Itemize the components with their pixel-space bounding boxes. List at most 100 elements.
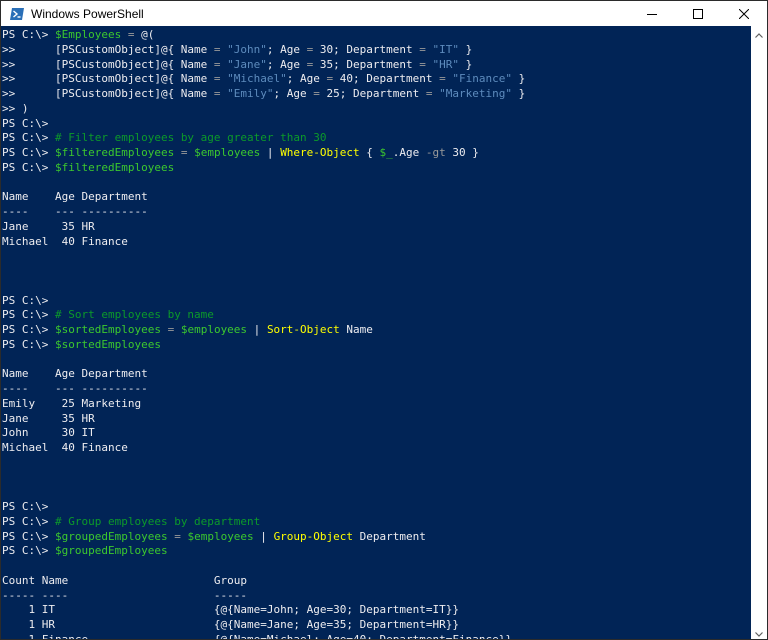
title-bar[interactable]: Windows PowerShell xyxy=(1,1,767,26)
console-line: >> [PSCustomObject]@{ Name = "Jane"; Age… xyxy=(2,58,753,73)
close-button[interactable] xyxy=(721,1,767,26)
console-line: PS C:\> $groupedEmployees xyxy=(2,544,753,559)
console-text: 30; Department xyxy=(313,42,420,56)
console-text: PS C:\> xyxy=(2,146,55,159)
console-text: $filteredEmployees xyxy=(54,160,175,174)
window-controls xyxy=(629,1,767,26)
maximize-button[interactable] xyxy=(675,1,721,26)
console-text: ; Age xyxy=(273,87,314,100)
maximize-icon xyxy=(693,4,703,23)
powershell-icon xyxy=(9,6,25,22)
console-text: >> [PSCustomObject]@{ Name xyxy=(2,57,214,71)
console-text: Jane 35 HR xyxy=(2,219,95,233)
console-text: .Age xyxy=(392,146,426,159)
console-text: >> ) xyxy=(2,101,29,115)
console-text: 35; Department xyxy=(313,57,420,71)
console-line: ---- --- ---------- xyxy=(2,382,753,397)
console-text: PS C:\> xyxy=(2,308,55,322)
console-line: 1 HR {@{Name=Jane; Age=35; Department=HR… xyxy=(2,618,753,633)
console-line: Michael 40 Finance xyxy=(2,235,753,250)
minimize-button[interactable] xyxy=(629,1,675,26)
console-text: 1 Finance {@{Name=Michael; Age=40; Depar… xyxy=(2,632,512,640)
console-line: Jane 35 HR xyxy=(2,412,753,427)
console-text: 40; Department xyxy=(333,72,440,86)
console-line: John 30 IT xyxy=(2,426,753,441)
console-text: PS C:\> xyxy=(2,131,55,145)
console-text: # Group employees by department xyxy=(54,514,261,528)
console-text: PS C:\> xyxy=(2,323,55,336)
console-text: } xyxy=(511,87,526,100)
console-text: PS C:\> xyxy=(2,293,49,307)
console-text: | xyxy=(247,323,267,336)
console-text: Jane 35 HR xyxy=(2,411,95,425)
console-text: $employees xyxy=(187,529,254,543)
console-text: = xyxy=(439,72,446,86)
console-line: >> [PSCustomObject]@{ Name = "Michael"; … xyxy=(2,72,753,87)
console-text: >> [PSCustomObject]@{ Name xyxy=(2,87,214,100)
console-line: Count Name Group xyxy=(2,574,753,589)
console-text: $sortedEmployees xyxy=(54,337,161,351)
console-text: "Finance" xyxy=(452,72,512,86)
console-text: "Emily" xyxy=(227,87,274,100)
console-line: Michael 40 Finance xyxy=(2,441,753,456)
console-text: PS C:\> xyxy=(2,337,55,351)
console-text: "John" xyxy=(227,42,267,56)
console-text: ---- --- ---------- xyxy=(2,205,148,218)
console-line: Name Age Department xyxy=(2,190,753,205)
console-line: ----- ---- ----- xyxy=(2,589,753,604)
console-text: 30 } xyxy=(445,146,479,159)
close-icon xyxy=(738,4,750,23)
console-text: $_ xyxy=(379,146,393,159)
console-text: $groupedEmployees xyxy=(54,544,168,558)
console-line: PS C:\> xyxy=(2,117,753,132)
console-line: Name Age Department xyxy=(2,367,753,382)
console-text: PS C:\> xyxy=(2,500,49,513)
console-text: = xyxy=(313,87,320,100)
console-text: $filteredEmployees xyxy=(54,146,175,159)
console-output[interactable]: PS C:\> $Employees = @( >> [PSCustomObjec… xyxy=(1,26,753,640)
console-text: @( xyxy=(134,28,155,41)
console-text: PS C:\> xyxy=(2,544,55,558)
vertical-scrollbar[interactable] xyxy=(751,26,767,639)
console-text: Name Age Department xyxy=(2,190,148,204)
console-text: PS C:\> xyxy=(2,514,55,528)
console-text: $groupedEmployees xyxy=(54,529,168,543)
console-text: { xyxy=(359,146,380,159)
console-text: ---- --- ---------- xyxy=(2,382,148,395)
console-line: 1 IT {@{Name=John; Age=30; Department=IT… xyxy=(2,603,753,618)
console-text: = xyxy=(213,72,221,86)
console-text: ----- ---- ----- xyxy=(2,588,248,602)
console-text: 25; Department xyxy=(319,87,426,100)
console-text: "Michael" xyxy=(227,72,287,86)
console-text: Where-Object xyxy=(280,146,360,159)
console-text: PS C:\> xyxy=(2,28,55,41)
console-text: # Sort employees by name xyxy=(54,308,214,322)
console-text: >> [PSCustomObject]@{ Name xyxy=(2,72,214,86)
console-text: } xyxy=(511,72,526,86)
chevron-up-icon xyxy=(755,25,763,44)
console-text: = xyxy=(419,42,426,56)
scroll-up-button[interactable] xyxy=(751,26,767,42)
console-text: | xyxy=(253,529,274,543)
scroll-down-button[interactable] xyxy=(751,624,767,639)
console-text: Sort-Object xyxy=(266,323,340,336)
console-text: # Filter employees by age greater than 3… xyxy=(54,131,327,145)
console-text: $Employees xyxy=(54,28,122,41)
console-text: -gt xyxy=(425,146,446,159)
console-text: Name Age Department xyxy=(2,367,148,381)
console-text: 1 IT {@{Name=John; Age=30; Department=IT… xyxy=(2,603,459,617)
console-line: PS C:\> # Sort employees by name xyxy=(2,308,753,323)
console-text: ; Age xyxy=(266,42,307,56)
console-text: ; Age xyxy=(266,57,307,71)
console-text: $employees xyxy=(194,146,261,159)
console-line: PS C:\> $sortedEmployees = $employees | … xyxy=(2,323,753,338)
console-text: = xyxy=(419,57,426,71)
